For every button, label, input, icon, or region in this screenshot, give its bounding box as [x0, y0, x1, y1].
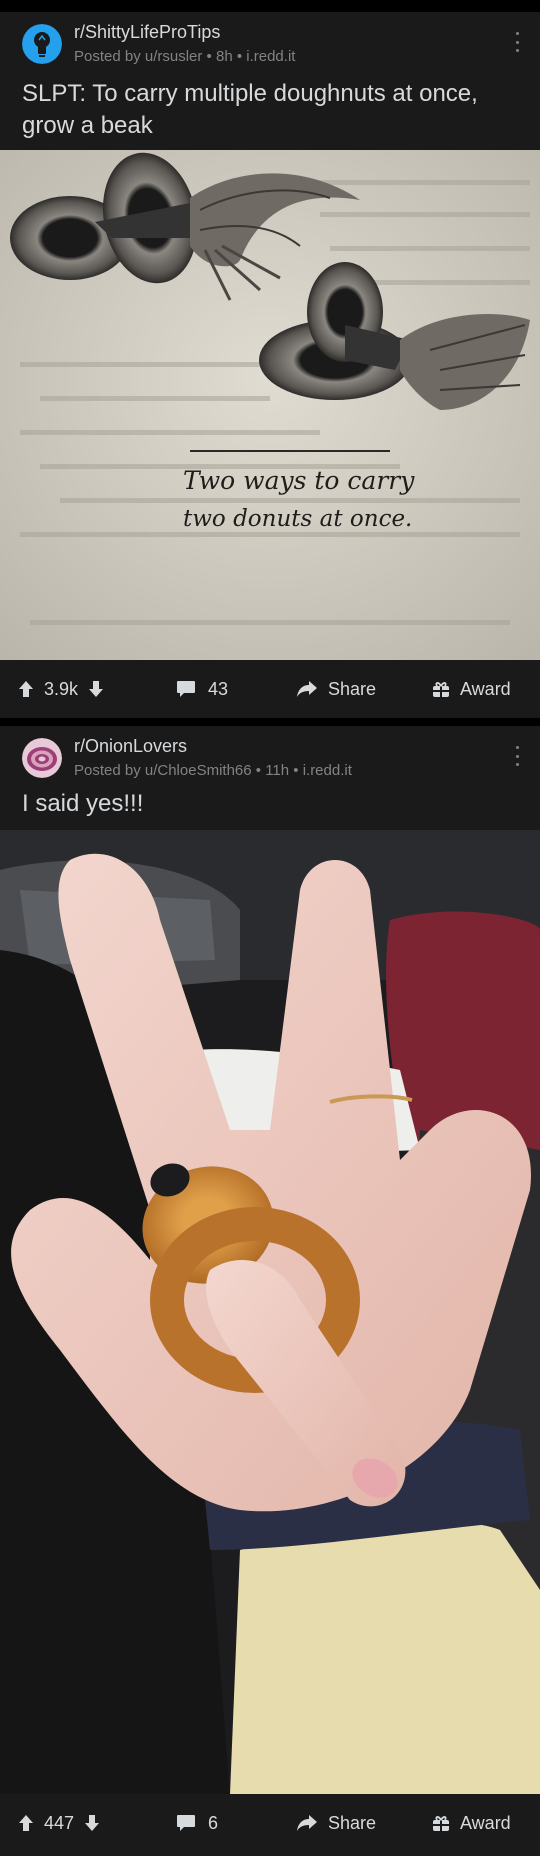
more-options-icon[interactable]	[514, 746, 520, 766]
comment-icon	[177, 1815, 195, 1831]
vote-count: 447	[44, 1812, 75, 1833]
more-options-icon[interactable]	[514, 32, 520, 52]
comments-button[interactable]: 6	[176, 1794, 218, 1852]
onion-ring-hand-photo	[0, 830, 540, 1794]
subreddit-name[interactable]: r/ShittyLifeProTips	[74, 22, 220, 43]
comment-icon	[177, 681, 195, 697]
subreddit-avatar[interactable]	[22, 24, 62, 64]
action-bar: 3.9k 43 Share Award	[0, 660, 540, 718]
post-image[interactable]	[0, 830, 540, 1794]
downvote-icon[interactable]	[88, 680, 104, 698]
vote-count: 3.9k	[44, 678, 79, 699]
subreddit-avatar[interactable]	[22, 738, 62, 778]
share-button[interactable]: Share	[296, 660, 376, 718]
award-button[interactable]: Award	[432, 660, 511, 718]
post-header: r/OnionLovers Posted by u/ChloeSmith66 •…	[0, 726, 540, 790]
post-card-shittylifeprotips[interactable]: r/ShittyLifeProTips Posted by u/rsusler …	[0, 12, 540, 718]
award-icon	[433, 682, 449, 697]
post-title[interactable]: SLPT: To carry multiple doughnuts at onc…	[22, 78, 522, 142]
comments-button[interactable]: 43	[176, 660, 228, 718]
comment-count: 43	[208, 678, 229, 699]
share-label: Share	[328, 1812, 377, 1833]
post-meta: Posted by u/ChloeSmith66 • 11h • i.redd.…	[74, 762, 352, 779]
post-header: r/ShittyLifeProTips Posted by u/rsusler …	[0, 12, 540, 76]
award-button[interactable]: Award	[432, 1794, 511, 1852]
upvote-icon[interactable]	[18, 1814, 34, 1832]
share-icon	[297, 1815, 317, 1831]
comment-count: 6	[208, 1812, 219, 1833]
post-image[interactable]: Two ways to carry two donuts at once.	[0, 150, 540, 660]
doughnut-beak-illustration	[0, 150, 540, 660]
onion-avatar-icon	[22, 738, 62, 778]
share-label: Share	[328, 678, 377, 699]
lightbulb-avatar-icon	[22, 24, 62, 64]
downvote-icon[interactable]	[84, 1814, 100, 1832]
award-label: Award	[460, 1812, 511, 1833]
vote-controls: 3.9k	[18, 660, 104, 718]
post-title[interactable]: I said yes!!!	[22, 788, 522, 820]
award-label: Award	[460, 678, 511, 699]
award-icon	[433, 1816, 449, 1831]
upvote-icon[interactable]	[18, 680, 34, 698]
image-caption-line-1: Two ways to carry	[183, 466, 415, 495]
share-button[interactable]: Share	[296, 1794, 376, 1852]
vote-controls: 447	[18, 1794, 100, 1852]
action-bar: 447 6 Share Award	[0, 1794, 540, 1852]
subreddit-name[interactable]: r/OnionLovers	[74, 736, 187, 757]
image-caption-line-2: two donuts at once.	[183, 506, 413, 532]
post-meta: Posted by u/rsusler • 8h • i.redd.it	[74, 48, 296, 65]
share-icon	[297, 681, 317, 697]
post-card-onionlovers[interactable]: r/OnionLovers Posted by u/ChloeSmith66 •…	[0, 726, 540, 1856]
